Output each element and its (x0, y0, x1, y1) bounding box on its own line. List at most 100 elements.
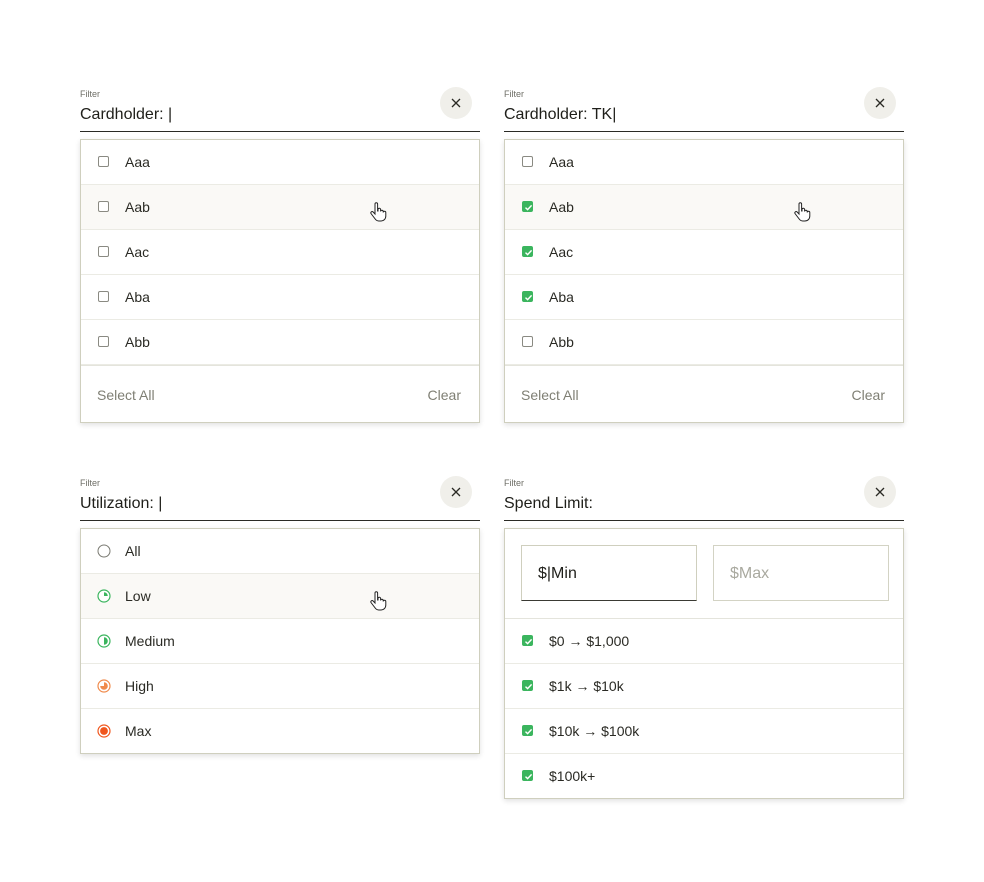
item-label: Abb (125, 334, 150, 350)
checkbox-checked[interactable] (522, 725, 533, 736)
item-label: Low (125, 588, 151, 604)
dropdown-panel: Aaa Aab Aac Aba Abb Select All Clear (80, 139, 480, 423)
dropdown-panel: $|Min $Max $0 → $1,000 $1k → $10k $10k →… (504, 528, 904, 799)
item-label: $100k+ (549, 768, 596, 784)
select-all-button[interactable]: Select All (97, 387, 155, 403)
filter-label: Filter (504, 478, 524, 488)
clear-filter-button[interactable] (440, 476, 472, 508)
check-icon (525, 683, 533, 690)
item-label: Aaa (125, 154, 150, 170)
clear-filter-button[interactable] (864, 87, 896, 119)
filter-field[interactable]: Filter Utilization: | (80, 473, 480, 521)
max-amount-input[interactable]: $Max (713, 545, 889, 601)
filter-input-value[interactable]: Spend Limit: (504, 495, 593, 513)
checkbox[interactable] (98, 201, 109, 212)
cardholder-filter: Filter Cardholder: | Aaa Aab Aac Aba Abb… (80, 84, 480, 423)
close-icon (875, 98, 885, 108)
checkbox[interactable] (98, 156, 109, 167)
min-amount-input[interactable]: $|Min (521, 545, 697, 601)
list-item[interactable]: $0 → $1,000 (505, 619, 903, 664)
list-item[interactable]: High (81, 664, 479, 709)
list-item[interactable]: $1k → $10k (505, 664, 903, 709)
checkbox[interactable] (522, 336, 533, 347)
range-inputs: $|Min $Max (505, 529, 903, 619)
list-item[interactable]: Aac (81, 230, 479, 275)
item-label: Medium (125, 633, 175, 649)
half-pie-icon[interactable] (97, 634, 111, 648)
item-label: Aaa (549, 154, 574, 170)
dropdown-panel: All Low Medium High Max (80, 528, 480, 754)
list-item[interactable]: Aac (505, 230, 903, 275)
panel-footer: Select All Clear (81, 365, 479, 422)
checkbox[interactable] (98, 291, 109, 302)
item-label: Abb (549, 334, 574, 350)
list-item[interactable]: Aba (505, 275, 903, 320)
item-label: All (125, 543, 141, 559)
item-label: $0 → $1,000 (549, 633, 630, 649)
filter-label: Filter (80, 478, 100, 488)
check-icon (525, 728, 533, 735)
list-item[interactable]: Aba (81, 275, 479, 320)
hand-cursor-icon (794, 202, 811, 222)
close-icon (451, 487, 461, 497)
list-item[interactable]: Abb (81, 320, 479, 365)
checkbox[interactable] (522, 156, 533, 167)
item-label: $10k → $100k (549, 723, 640, 739)
filter-field[interactable]: Filter Cardholder: | (80, 84, 480, 132)
item-label: Aab (549, 199, 574, 215)
check-icon (525, 249, 533, 256)
quarter-pie-icon[interactable] (97, 589, 111, 603)
item-label: Aba (125, 289, 150, 305)
full-circle-icon[interactable] (97, 724, 111, 738)
checkbox-checked[interactable] (522, 680, 533, 691)
checkbox-checked[interactable] (522, 246, 533, 257)
check-icon (525, 773, 533, 780)
filter-label: Filter (504, 89, 524, 99)
close-icon (451, 98, 461, 108)
clear-filter-button[interactable] (440, 87, 472, 119)
item-label: Max (125, 723, 152, 739)
list-item[interactable]: $10k → $100k (505, 709, 903, 754)
check-icon (525, 638, 533, 645)
item-label: $1k → $10k (549, 678, 624, 694)
checkbox[interactable] (98, 246, 109, 257)
checkbox[interactable] (98, 336, 109, 347)
list-item[interactable]: Medium (81, 619, 479, 664)
checkbox-checked[interactable] (522, 291, 533, 302)
item-label: High (125, 678, 154, 694)
filter-field[interactable]: Filter Cardholder: TK| (504, 84, 904, 132)
list-item[interactable]: Aaa (81, 140, 479, 185)
check-icon (525, 294, 533, 301)
item-label: Aab (125, 199, 150, 215)
select-all-button[interactable]: Select All (521, 387, 579, 403)
check-icon (525, 204, 533, 211)
checkbox-checked[interactable] (522, 201, 533, 212)
clear-button[interactable]: Clear (428, 387, 461, 403)
list-item[interactable]: Low (81, 574, 479, 619)
list-item[interactable]: Abb (505, 320, 903, 365)
checkbox-checked[interactable] (522, 635, 533, 646)
clear-button[interactable]: Clear (852, 387, 885, 403)
list-item[interactable]: Aab (505, 185, 903, 230)
clear-filter-button[interactable] (864, 476, 896, 508)
item-label: Aac (125, 244, 150, 260)
item-label: Aac (549, 244, 574, 260)
cardholder-filter-selected: Filter Cardholder: TK| Aaa Aab Aac Aba A… (504, 84, 904, 423)
list-item[interactable]: All (81, 529, 479, 574)
hand-cursor-icon (370, 591, 387, 611)
filter-input-value[interactable]: Cardholder: | (80, 106, 172, 124)
three-quarter-pie-icon[interactable] (97, 679, 111, 693)
list-item[interactable]: Max (81, 709, 479, 753)
list-item[interactable]: Aab (81, 185, 479, 230)
spend-limit-filter: Filter Spend Limit: $|Min $Max $0 → $1,0… (504, 473, 904, 799)
close-icon (875, 487, 885, 497)
list-item[interactable]: $100k+ (505, 754, 903, 798)
filter-label: Filter (80, 89, 100, 99)
hand-cursor-icon (370, 202, 387, 222)
checkbox-checked[interactable] (522, 770, 533, 781)
filter-input-value[interactable]: Cardholder: TK| (504, 106, 616, 124)
filter-field[interactable]: Filter Spend Limit: (504, 473, 904, 521)
filter-input-value[interactable]: Utilization: | (80, 495, 162, 513)
list-item[interactable]: Aaa (505, 140, 903, 185)
empty-circle-icon[interactable] (97, 544, 111, 558)
